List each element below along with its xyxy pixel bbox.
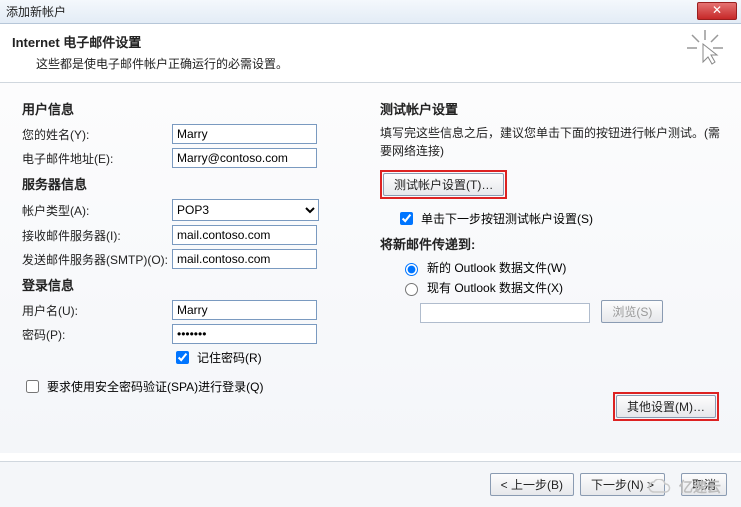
delivery-heading: 将新邮件传递到:	[380, 234, 723, 253]
test-description: 填写完这些信息之后，建议您单击下面的按钮进行帐户测试。(需要网络连接)	[380, 124, 723, 160]
test-button-highlight: 测试帐户设置(T)…	[380, 170, 507, 199]
browse-button: 浏览(S)	[601, 300, 663, 323]
header-subtitle: 这些都是使电子邮件帐户正确运行的必需设置。	[36, 55, 729, 72]
incoming-input[interactable]	[172, 225, 317, 245]
spa-checkbox[interactable]	[26, 380, 39, 393]
back-button[interactable]: < 上一步(B)	[490, 473, 574, 496]
existing-pst-label: 现有 Outlook 数据文件(X)	[427, 279, 563, 296]
window-title: 添加新帐户	[6, 3, 66, 20]
other-settings-button[interactable]: 其他设置(M)…	[616, 395, 716, 418]
password-input[interactable]	[172, 324, 317, 344]
user-info-heading: 用户信息	[22, 99, 352, 118]
name-input[interactable]	[172, 124, 317, 144]
incoming-label: 接收邮件服务器(I):	[22, 227, 172, 244]
titlebar: 添加新帐户 ✕	[0, 0, 741, 24]
name-label: 您的姓名(Y):	[22, 126, 172, 143]
existing-pst-radio[interactable]	[405, 283, 418, 296]
remember-password-label: 记住密码(R)	[197, 349, 262, 366]
header-band: Internet 电子邮件设置 这些都是使电子邮件帐户正确运行的必需设置。	[0, 24, 741, 83]
test-on-next-checkbox[interactable]	[400, 212, 413, 225]
cancel-button[interactable]: 取消	[681, 473, 727, 496]
test-on-next-label: 单击下一步按钮测试帐户设置(S)	[421, 210, 593, 227]
password-label: 密码(P):	[22, 326, 172, 343]
new-pst-label: 新的 Outlook 数据文件(W)	[427, 259, 566, 276]
test-settings-button[interactable]: 测试帐户设置(T)…	[383, 173, 504, 196]
left-column: 用户信息 您的姓名(Y): 电子邮件地址(E): 服务器信息 帐户类型(A): …	[22, 93, 352, 453]
other-settings-highlight: 其他设置(M)…	[613, 392, 719, 421]
new-pst-radio[interactable]	[405, 263, 418, 276]
email-input[interactable]	[172, 148, 317, 168]
login-info-heading: 登录信息	[22, 275, 352, 294]
account-type-label: 帐户类型(A):	[22, 202, 172, 219]
cursor-icon	[687, 30, 723, 66]
existing-pst-path-input	[420, 303, 590, 323]
username-input[interactable]	[172, 300, 317, 320]
next-button[interactable]: 下一步(N) >	[580, 473, 665, 496]
remember-password-checkbox[interactable]	[176, 351, 189, 364]
outgoing-label: 发送邮件服务器(SMTP)(O):	[22, 251, 172, 268]
outgoing-input[interactable]	[172, 249, 317, 269]
spa-label: 要求使用安全密码验证(SPA)进行登录(Q)	[47, 378, 263, 395]
footer: < 上一步(B) 下一步(N) > 取消	[0, 461, 741, 507]
email-label: 电子邮件地址(E):	[22, 150, 172, 167]
server-info-heading: 服务器信息	[22, 174, 352, 193]
test-heading: 测试帐户设置	[380, 99, 723, 118]
close-button[interactable]: ✕	[697, 2, 737, 20]
header-title: Internet 电子邮件设置	[12, 32, 729, 51]
account-type-select[interactable]: POP3	[172, 199, 319, 221]
username-label: 用户名(U):	[22, 302, 172, 319]
